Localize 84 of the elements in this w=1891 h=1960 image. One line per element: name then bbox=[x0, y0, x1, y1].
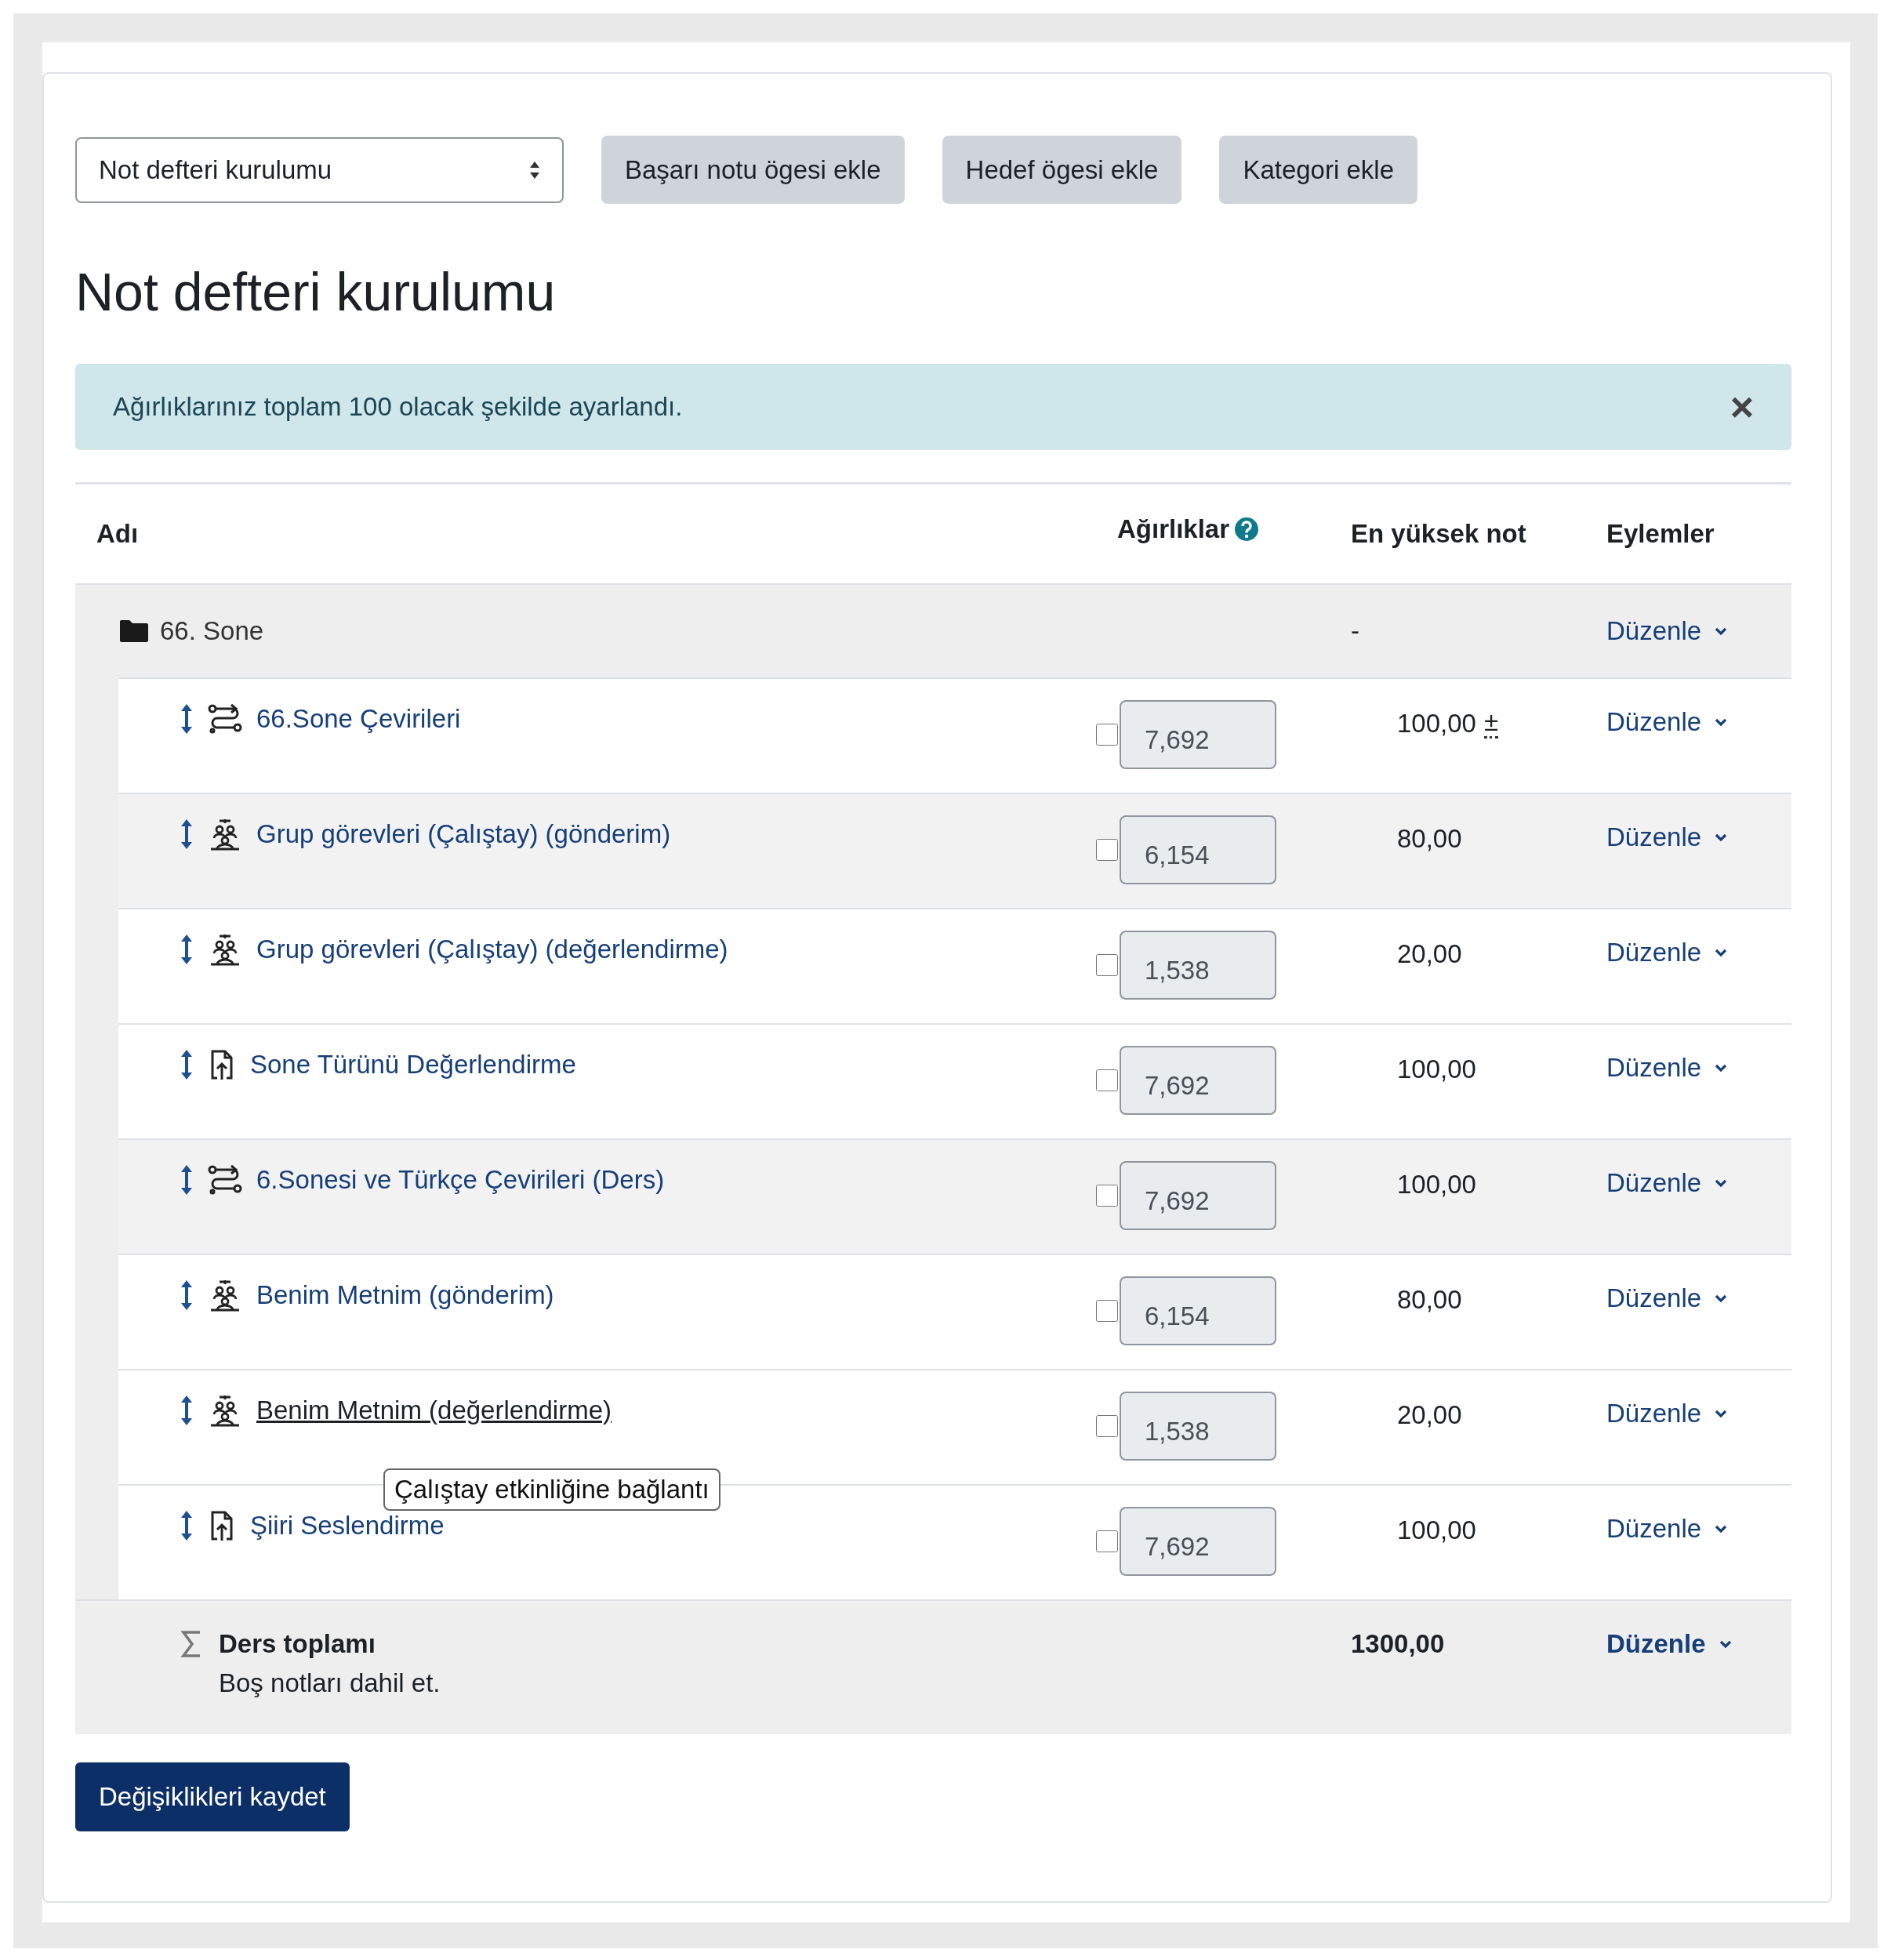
edit-menu-link[interactable]: Düzenle bbox=[1606, 1399, 1729, 1428]
edit-menu-link[interactable]: Düzenle bbox=[1606, 1053, 1729, 1083]
chevron-down-icon bbox=[1714, 1178, 1729, 1188]
drag-handle-icon[interactable] bbox=[180, 1049, 194, 1080]
edit-menu-link[interactable]: Düzenle bbox=[1606, 822, 1729, 852]
max-grade: 100,00 bbox=[1397, 1054, 1476, 1084]
total-max-grade: 1300,00 bbox=[1351, 1628, 1446, 1659]
weight-field[interactable]: 7,692 bbox=[1120, 1046, 1276, 1115]
edit-menu-link[interactable]: Düzenle bbox=[1606, 707, 1729, 737]
max-grade: 100,00 bbox=[1397, 1170, 1476, 1200]
page-title: Not defteri kurulumu bbox=[75, 261, 557, 323]
drag-handle-icon[interactable] bbox=[180, 1279, 194, 1311]
aggregation-note: Boş notları dahil et. bbox=[219, 1668, 441, 1698]
grade-item-link[interactable]: Benim Metnim (değerlendirme) bbox=[256, 1396, 612, 1425]
weight-field[interactable]: 6,154 bbox=[1120, 815, 1276, 884]
grade-item-link[interactable]: 66.Sone Çevirileri bbox=[256, 704, 461, 734]
close-button[interactable]: × bbox=[1729, 387, 1754, 427]
chevron-down-icon bbox=[1714, 1063, 1729, 1073]
drag-handle-icon[interactable] bbox=[180, 703, 194, 735]
weight-override-checkbox[interactable] bbox=[1096, 1069, 1118, 1091]
edit-menu-link[interactable]: Düzenle bbox=[1606, 1283, 1729, 1313]
weight-override-checkbox[interactable] bbox=[1096, 724, 1118, 746]
drag-handle-icon[interactable] bbox=[180, 818, 194, 850]
column-header: Eylemler bbox=[1606, 519, 1715, 549]
weight-field[interactable]: 6,154 bbox=[1120, 1276, 1276, 1345]
weight-override-checkbox[interactable] bbox=[1096, 1415, 1118, 1437]
drag-handle-icon[interactable] bbox=[180, 1395, 194, 1426]
drag-handle-icon[interactable] bbox=[180, 934, 194, 965]
grade-item-link[interactable]: Grup görevleri (Çalıştay) (değerlendirme) bbox=[256, 935, 728, 964]
chevron-down-icon bbox=[1714, 626, 1729, 636]
grade-item-link[interactable]: Şiiri Seslendirme bbox=[250, 1511, 445, 1541]
folder-icon bbox=[119, 619, 149, 643]
max-grade: 20,00 bbox=[1397, 1400, 1462, 1430]
toolbar-button[interactable]: Hedef ögesi ekle bbox=[942, 136, 1182, 204]
column-header: En yüksek not bbox=[1351, 519, 1527, 549]
edit-menu-link[interactable]: Düzenle bbox=[1606, 938, 1729, 967]
weight-override-checkbox[interactable] bbox=[1096, 954, 1118, 976]
weight-override-checkbox[interactable] bbox=[1096, 1185, 1118, 1207]
chevron-down-icon bbox=[1714, 833, 1729, 842]
weight-override-checkbox[interactable] bbox=[1096, 1300, 1118, 1322]
grade-item-link[interactable]: Grup görevleri (Çalıştay) (gönderim) bbox=[256, 819, 671, 849]
weight-field[interactable]: 7,692 bbox=[1120, 1161, 1276, 1230]
drag-handle-icon[interactable] bbox=[180, 1164, 194, 1196]
chevron-down-icon bbox=[1714, 1294, 1729, 1303]
grade-item-link[interactable]: 6.Sonesi ve Türkçe Çevirileri (Ders) bbox=[256, 1165, 665, 1195]
total-name: Ders toplamı bbox=[219, 1629, 376, 1659]
edit-menu-link[interactable]: Düzenle bbox=[1606, 1168, 1729, 1198]
edit-menu-link[interactable]: Düzenle bbox=[1606, 1629, 1733, 1659]
weight-override-checkbox[interactable] bbox=[1096, 1530, 1118, 1552]
max-grade: 100,00 bbox=[1397, 1515, 1476, 1545]
toolbar-button[interactable]: Başarı notu ögesi ekle bbox=[601, 136, 905, 204]
chevron-down-icon bbox=[1714, 717, 1729, 727]
help-icon[interactable] bbox=[1234, 517, 1260, 542]
column-header: Adı bbox=[96, 519, 140, 549]
weight-field[interactable]: 7,692 bbox=[1120, 1507, 1276, 1576]
weight-field[interactable]: 1,538 bbox=[1120, 931, 1276, 1000]
column-header: Ağırlıklar bbox=[1116, 514, 1230, 544]
gradebook-select[interactable]: Not defteri kurulumu bbox=[75, 136, 564, 203]
edit-menu-link[interactable]: Düzenle bbox=[1606, 616, 1729, 646]
max-grade: 80,00 bbox=[1397, 824, 1462, 854]
chevron-down-icon bbox=[1718, 1639, 1733, 1649]
max-grade: 100,00 bbox=[1397, 709, 1476, 739]
max-grade: - bbox=[1351, 616, 1360, 646]
sort-arrows-icon bbox=[529, 160, 540, 180]
save-button[interactable]: Değişiklikleri kaydet bbox=[75, 1762, 350, 1831]
alert-message: Ağırlıklarınız toplam 100 olacak şekilde ayarlandı. bbox=[113, 392, 683, 422]
grade-item-link[interactable]: Sone Türünü Değerlendirme bbox=[250, 1050, 576, 1080]
route-icon bbox=[208, 702, 242, 735]
chevron-down-icon bbox=[1714, 948, 1729, 957]
category-name: 66. Sone bbox=[160, 616, 264, 646]
max-grade: 20,00 bbox=[1397, 939, 1462, 969]
drag-handle-icon[interactable] bbox=[180, 1510, 194, 1541]
route-icon bbox=[208, 1163, 242, 1196]
chevron-down-icon bbox=[1714, 1524, 1729, 1534]
toolbar-button[interactable]: Kategori ekle bbox=[1219, 136, 1417, 204]
tooltip: Çalıştay etkinliğine bağlantı bbox=[383, 1468, 720, 1511]
chevron-down-icon bbox=[1714, 1409, 1729, 1418]
edit-menu-link[interactable]: Düzenle bbox=[1606, 1514, 1729, 1544]
grade-item-link[interactable]: Benim Metnim (gönderim) bbox=[256, 1280, 554, 1310]
weight-field[interactable]: 1,538 bbox=[1120, 1392, 1276, 1461]
range-note[interactable]: ± bbox=[1483, 709, 1499, 739]
max-grade: 80,00 bbox=[1397, 1285, 1462, 1315]
weight-override-checkbox[interactable] bbox=[1096, 839, 1118, 861]
weight-field[interactable]: 7,692 bbox=[1120, 700, 1276, 769]
